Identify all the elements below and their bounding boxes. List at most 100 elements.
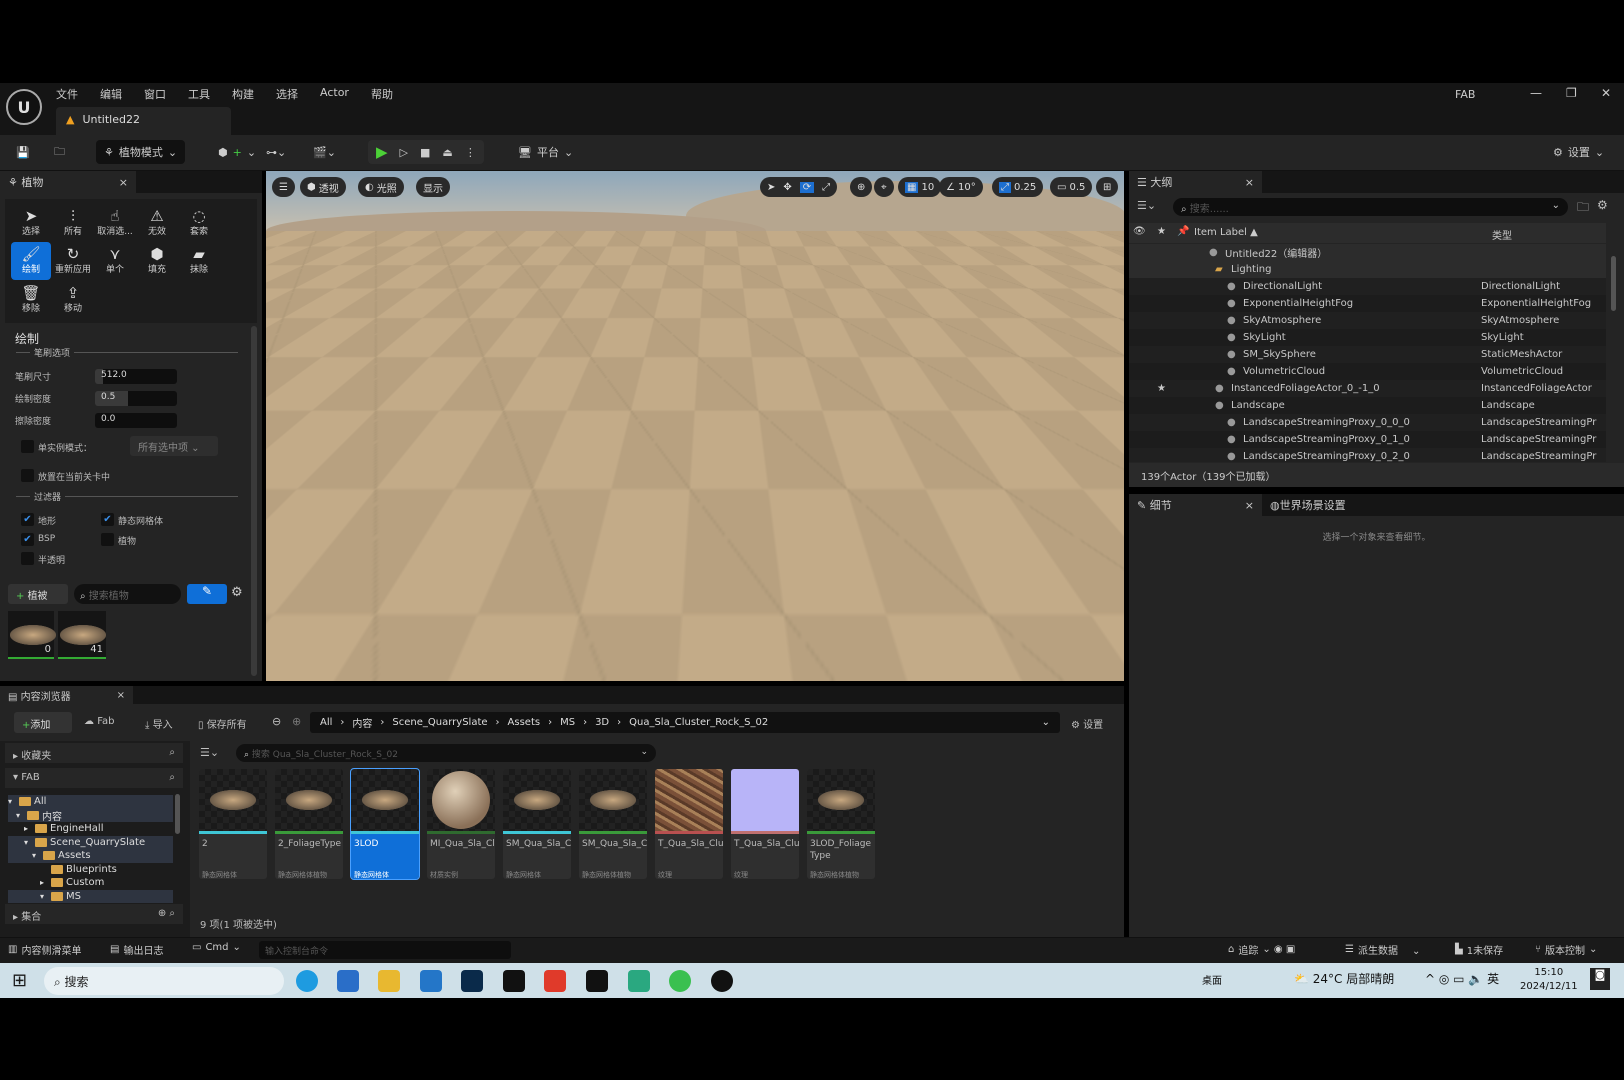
breadcrumb-item[interactable]: 3D bbox=[595, 717, 609, 728]
scrollbar[interactable] bbox=[175, 794, 180, 834]
chevron-icon[interactable]: ▾ bbox=[8, 797, 16, 806]
scrollbar[interactable] bbox=[1611, 256, 1616, 311]
step-icon[interactable]: ▷ bbox=[400, 146, 408, 159]
windows-start-icon[interactable]: ⊞ bbox=[12, 970, 27, 991]
tab-foliage[interactable]: ⚘ 植物 × bbox=[0, 171, 136, 193]
photoshop-icon[interactable] bbox=[461, 970, 483, 992]
tool-single[interactable]: ⋎ 单个 bbox=[95, 242, 135, 280]
unreal-logo[interactable]: U bbox=[6, 89, 42, 125]
tab-content-browser[interactable]: ▤ 内容浏览器 × bbox=[0, 686, 133, 704]
tab-outliner[interactable]: ☰ 大纲 × bbox=[1129, 171, 1262, 193]
outliner-row[interactable]: ▰ Lighting bbox=[1129, 261, 1606, 278]
document-tab[interactable]: ▲ Untitled22 bbox=[56, 107, 231, 135]
filter-checkbox[interactable]: ✔ bbox=[101, 513, 114, 526]
menu-item[interactable]: 窗口 bbox=[144, 86, 166, 102]
explorer-icon[interactable] bbox=[378, 970, 400, 992]
asset-tile[interactable]: T_Qua_Sla_Cluster_Rock_ 纹理 bbox=[731, 769, 799, 879]
tool-erase[interactable]: ▰ 抹除 bbox=[179, 242, 219, 280]
breadcrumb-item[interactable]: Qua_Sla_Cluster_Rock_S_02 bbox=[629, 717, 768, 728]
perspective-button[interactable]: ⬢ 透视 bbox=[300, 177, 346, 197]
play-icon[interactable]: ▶ bbox=[376, 143, 388, 161]
tool-brush[interactable]: 🖌 绘制 bbox=[11, 241, 51, 280]
console-input[interactable]: 输入控制台命令 bbox=[259, 941, 511, 959]
erase-density-field[interactable]: 0.0 bbox=[95, 413, 177, 428]
chevron-icon[interactable]: ▾ bbox=[16, 811, 24, 820]
outliner-row[interactable]: ● DirectionalLight DirectionalLight bbox=[1129, 278, 1606, 295]
trace-button[interactable]: ⌂ 追踪 ⌄ ◉ ▣ bbox=[1228, 942, 1295, 957]
chevron-icon[interactable]: ▾ bbox=[24, 838, 32, 847]
outliner-row[interactable]: ● VolumetricCloud VolumetricCloud bbox=[1129, 363, 1606, 380]
filter-checkbox[interactable]: ✔ bbox=[21, 513, 34, 526]
settings-button[interactable]: ⚙ 设置 bbox=[1071, 716, 1103, 731]
restore-button[interactable]: ❐ bbox=[1566, 86, 1577, 100]
asset-tile[interactable]: MI_Qua_Sla_Cluster_Rock_ 材质实例 bbox=[427, 769, 495, 879]
close-icon[interactable]: × bbox=[1245, 176, 1254, 189]
eject-icon[interactable]: ⏏ bbox=[442, 146, 452, 159]
forward-button[interactable]: ⊕ bbox=[292, 715, 301, 728]
tool-reapply[interactable]: ↻ 重新应用 bbox=[53, 242, 93, 280]
asset-search-input[interactable]: ⌕ 搜索 Qua_Sla_Cluster_Rock_S_02 ⌄ bbox=[236, 744, 656, 762]
wechat-icon[interactable] bbox=[669, 970, 691, 992]
chevron-icon[interactable]: ▾ bbox=[40, 892, 48, 901]
settings-button[interactable]: ⚙ 设置 ⌄ bbox=[1545, 140, 1612, 164]
spacer[interactable]: ▸ bbox=[40, 878, 48, 887]
weather-widget[interactable]: ⛅ 24°C 局部晴朗 bbox=[1294, 970, 1394, 987]
save-all-button[interactable]: ▯ 保存所有 bbox=[198, 716, 247, 731]
show-button[interactable]: 显示 bbox=[416, 177, 450, 197]
folder-item[interactable]: ▸ EngineHall bbox=[8, 822, 173, 836]
outliner-row[interactable]: ● LandscapeStreamingProxy_0_0_0 LandscapeS… bbox=[1129, 414, 1606, 431]
capcut-icon[interactable] bbox=[586, 970, 608, 992]
more-icon[interactable]: ⋮ bbox=[465, 146, 476, 159]
close-icon[interactable]: × bbox=[119, 176, 128, 189]
import-button[interactable]: ⤓ 导入 bbox=[145, 716, 173, 731]
star-icon[interactable]: ★ bbox=[1157, 383, 1166, 394]
store-icon[interactable] bbox=[337, 970, 359, 992]
camera-speed-button[interactable]: ▭ 0.5 bbox=[1050, 177, 1093, 197]
menu-item[interactable]: 工具 bbox=[188, 86, 210, 102]
asset-tile[interactable]: SM_Qua_Sla_Cluster_Rock_ 静态网格体植物 bbox=[579, 769, 647, 879]
filter-button[interactable]: ☰⌄ bbox=[1137, 199, 1156, 212]
gear-icon[interactable]: ⚙ bbox=[231, 585, 243, 600]
foliage-type-tile[interactable]: 41 bbox=[58, 611, 106, 659]
outliner-row[interactable]: ● Landscape Landscape bbox=[1129, 397, 1606, 414]
menu-item[interactable]: 帮助 bbox=[371, 86, 393, 102]
derived-data-button[interactable]: ☰ 派生数据 ⌄ bbox=[1345, 942, 1420, 957]
outliner-row[interactable]: ● SkyLight SkyLight bbox=[1129, 329, 1606, 346]
chevron-icon[interactable]: ▾ bbox=[32, 851, 40, 860]
single-instance-checkbox[interactable] bbox=[21, 440, 34, 453]
fab-section[interactable]: ▾ FAB ⌕ bbox=[5, 768, 183, 788]
menu-item[interactable]: 文件 bbox=[56, 86, 78, 102]
asset-tile[interactable]: 2_FoliageType 静态网格体植物 bbox=[275, 769, 343, 879]
folder-item[interactable]: Blueprints bbox=[8, 863, 173, 877]
close-button[interactable]: ✕ bbox=[1601, 86, 1611, 100]
search-icon[interactable]: ⌕ bbox=[169, 747, 175, 758]
blueprint-button[interactable]: ⊶⌄ bbox=[258, 140, 294, 164]
menu-item[interactable]: 选择 bbox=[276, 86, 298, 102]
unsaved-button[interactable]: ▙ 1未保存 bbox=[1455, 942, 1503, 957]
taskbar-search[interactable]: ⌕ 搜索 bbox=[44, 967, 284, 995]
desktop-toolbar[interactable]: 桌面 bbox=[1202, 972, 1222, 987]
tray-icons[interactable]: ^ ◎ ▭ 🔈 英 bbox=[1425, 970, 1499, 987]
paint-mode-button[interactable]: ✎ bbox=[187, 584, 227, 604]
mode-dropdown[interactable]: ⚘ 植物模式 ⌄ bbox=[96, 140, 186, 164]
tool-fill[interactable]: ⬢ 填充 bbox=[137, 242, 177, 280]
tool-invalid[interactable]: ⚠ 无效 bbox=[137, 203, 177, 241]
stop-icon[interactable]: ■ bbox=[420, 146, 430, 159]
minimize-button[interactable]: — bbox=[1530, 86, 1542, 100]
outliner-row[interactable]: ● SM_SkySphere StaticMeshActor bbox=[1129, 346, 1606, 363]
add-foliage-button[interactable]: + 植被 bbox=[8, 584, 68, 604]
fab-button[interactable]: ☁ Fab bbox=[84, 716, 115, 727]
tool-trash[interactable]: 🗑 移除 bbox=[11, 280, 51, 318]
tab-details[interactable]: ✎ 细节 × bbox=[1129, 494, 1262, 516]
scale-snap-button[interactable]: ⤢ 0.25 bbox=[992, 177, 1044, 197]
close-icon[interactable]: × bbox=[1245, 499, 1254, 512]
outliner-row[interactable]: ● SkyAtmosphere SkyAtmosphere bbox=[1129, 312, 1606, 329]
rotate-icon[interactable]: ⟳ bbox=[799, 181, 815, 193]
tool-move[interactable]: ⇪ 移动 bbox=[53, 280, 93, 318]
level-viewport[interactable]: ☰ ⬢ 透视 ◐ 光照 显示 ➤ ✥ ⟳ ⤢ ⊕ ⌖ ▦ 10 ∠ 10° ⤢ 0.25 ▭ 0.… bbox=[266, 171, 1124, 681]
brush-size-field[interactable]: 512.0 bbox=[95, 369, 177, 384]
select-icon[interactable]: ➤ bbox=[767, 182, 775, 193]
folder-item[interactable]: ▾ 内容 bbox=[8, 808, 173, 823]
gear-icon[interactable]: ⚙ bbox=[1597, 198, 1608, 212]
breadcrumb-item[interactable]: Assets bbox=[508, 717, 541, 728]
